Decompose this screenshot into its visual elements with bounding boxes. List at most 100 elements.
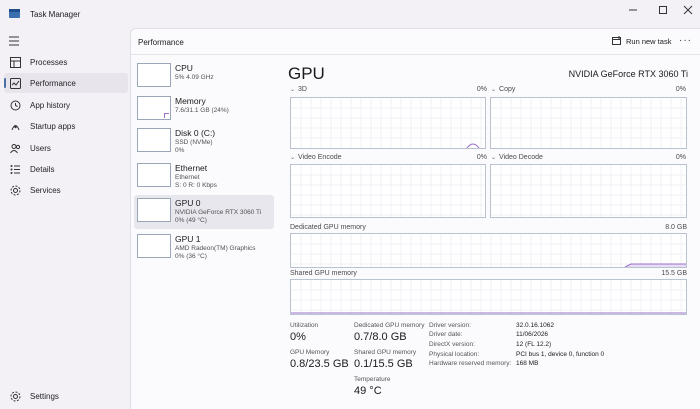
info-value: 168 MB — [516, 360, 539, 367]
device-cpu[interactable]: CPU 5% 4.09 GHz — [134, 60, 274, 94]
device-gpu-0[interactable]: GPU 0 NVIDIA GeForce RTX 3060 Ti 0% (49 … — [134, 195, 274, 229]
info-key: DirectX version: — [429, 341, 475, 348]
device-detail: 0% (49 °C) — [175, 217, 207, 224]
device-gpu-1[interactable]: GPU 1 AMD Radeon(TM) Graphics 0% (36 °C) — [134, 231, 274, 265]
engine-label: Copy — [499, 86, 516, 93]
engine-label: Video Encode — [298, 154, 342, 161]
device-detail: 0% — [175, 147, 185, 154]
shared-stat-value: 0.1/15.5 GB — [354, 358, 413, 370]
device-name: GPU 1 — [175, 234, 201, 244]
sidebar-item-services[interactable]: Services — [4, 180, 128, 200]
sidebar-item-label: Users — [30, 143, 51, 153]
sidebar-item-label: Services — [30, 185, 61, 195]
settings-label: Settings — [30, 391, 59, 401]
sidebar-item-label: Performance — [30, 78, 76, 88]
activity-line — [466, 143, 480, 148]
sidebar-item-performance[interactable]: Performance — [4, 73, 128, 93]
services-gear-icon — [8, 183, 22, 197]
info-value: 11/06/2026 — [516, 331, 549, 338]
device-detail: AMD Radeon(TM) Graphics — [175, 245, 256, 252]
engine-percent: 0% — [675, 86, 686, 93]
hamburger-menu-icon[interactable] — [9, 36, 21, 46]
info-key: Hardware reserved memory: — [429, 360, 512, 367]
gpu-title: GPU — [288, 64, 325, 83]
graph-copy — [490, 97, 687, 149]
temperature-value: 49 °C — [354, 385, 382, 397]
engine-label: 3D — [298, 86, 307, 93]
device-disk-0[interactable]: Disk 0 (C:) SSD (NVMe) 0% — [134, 125, 274, 159]
device-memory[interactable]: Memory 7.6/31.1 GB (24%) — [134, 93, 274, 127]
device-thumbnail — [137, 198, 171, 222]
engine-selector-video-encode[interactable]: ⌄ Video Encode — [290, 154, 342, 161]
device-detail: Ethernet — [175, 174, 200, 181]
engine-selector-video-decode[interactable]: ⌄ Video Decode — [491, 154, 543, 161]
close-button[interactable] — [673, 0, 700, 20]
maximize-icon — [659, 6, 667, 14]
engine-percent: 0% — [476, 154, 487, 161]
engine-percent: 0% — [675, 154, 686, 161]
sidebar-item-app-history[interactable]: App history — [4, 95, 128, 115]
device-name: Ethernet — [175, 163, 208, 173]
info-key: Physical location: — [429, 351, 480, 358]
info-key: Driver version: — [429, 322, 471, 329]
device-thumbnail — [137, 234, 171, 258]
sidebar-item-label: Startup apps — [30, 121, 76, 131]
sidebar-item-details[interactable]: Details — [4, 159, 128, 179]
details-icon — [8, 162, 22, 176]
device-name: GPU 0 — [175, 198, 201, 208]
info-value: PCI bus 1, device 0, function 0 — [516, 351, 605, 358]
device-name: Disk 0 (C:) — [175, 128, 216, 138]
chevron-down-icon: ⌄ — [290, 87, 296, 93]
device-detail: 0% (36 °C) — [175, 253, 207, 260]
device-thumbnail — [137, 128, 171, 152]
run-task-icon — [612, 36, 622, 46]
users-icon — [8, 141, 22, 155]
run-new-task-button[interactable]: Run new task — [612, 36, 671, 46]
sidebar-item-settings[interactable]: Settings — [4, 386, 128, 406]
utilization-value: 0% — [290, 331, 306, 343]
sidebar-item-users[interactable]: Users — [4, 138, 128, 158]
dedicated-memory-max: 8.0 GB — [665, 224, 687, 231]
chevron-down-icon: ⌄ — [290, 155, 296, 161]
device-detail: 5% 4.09 GHz — [175, 74, 214, 81]
engine-percent: 0% — [476, 86, 487, 93]
device-name: Memory — [175, 96, 206, 106]
page-title: Performance — [138, 38, 184, 47]
device-ethernet[interactable]: Ethernet Ethernet S: 0 R: 0 Kbps — [134, 160, 274, 194]
info-value: 12 (FL 12.2) — [516, 341, 552, 348]
device-detail: 7.6/31.1 GB (24%) — [175, 107, 229, 114]
shared-memory-label: Shared GPU memory — [290, 270, 357, 277]
sidebar-item-startup-apps[interactable]: Startup apps — [4, 116, 128, 136]
engine-selector-3d[interactable]: ⌄ 3D — [290, 86, 307, 93]
utilization-label: Utilization — [290, 322, 319, 329]
title-bar — [0, 0, 700, 28]
sidebar-item-label: Processes — [30, 57, 68, 67]
engine-selector-copy[interactable]: ⌄ Copy — [491, 86, 515, 93]
graph-shared-memory — [290, 279, 687, 315]
minimize-icon — [629, 9, 637, 11]
task-manager-app-icon — [9, 9, 20, 18]
shared-memory-max: 15.5 GB — [661, 270, 687, 277]
run-task-label: Run new task — [626, 36, 672, 46]
performance-icon — [8, 76, 22, 90]
dedicated-memory-label: Dedicated GPU memory — [290, 224, 366, 231]
window-title: Task Manager — [30, 10, 81, 19]
device-detail: NVIDIA GeForce RTX 3060 Ti — [175, 209, 262, 216]
processes-icon — [8, 55, 22, 69]
chevron-down-icon: ⌄ — [491, 155, 497, 161]
startup-icon — [8, 119, 22, 133]
minimize-button[interactable] — [618, 0, 648, 20]
dedicated-stat-value: 0.7/8.0 GB — [354, 331, 407, 343]
device-name: CPU — [175, 63, 193, 73]
graph-3d — [290, 97, 486, 149]
info-value: 32.0.16.1062 — [516, 322, 554, 329]
close-icon — [683, 5, 693, 15]
chevron-down-icon: ⌄ — [491, 87, 497, 93]
graph-video-decode — [490, 164, 687, 218]
more-options-icon[interactable]: ··· — [679, 35, 692, 46]
header-divider — [131, 54, 700, 55]
device-thumbnail — [137, 163, 171, 187]
sidebar-item-processes[interactable]: Processes — [4, 52, 128, 72]
settings-gear-icon — [8, 389, 22, 403]
gpu-memory-value: 0.8/23.5 GB — [290, 358, 349, 370]
